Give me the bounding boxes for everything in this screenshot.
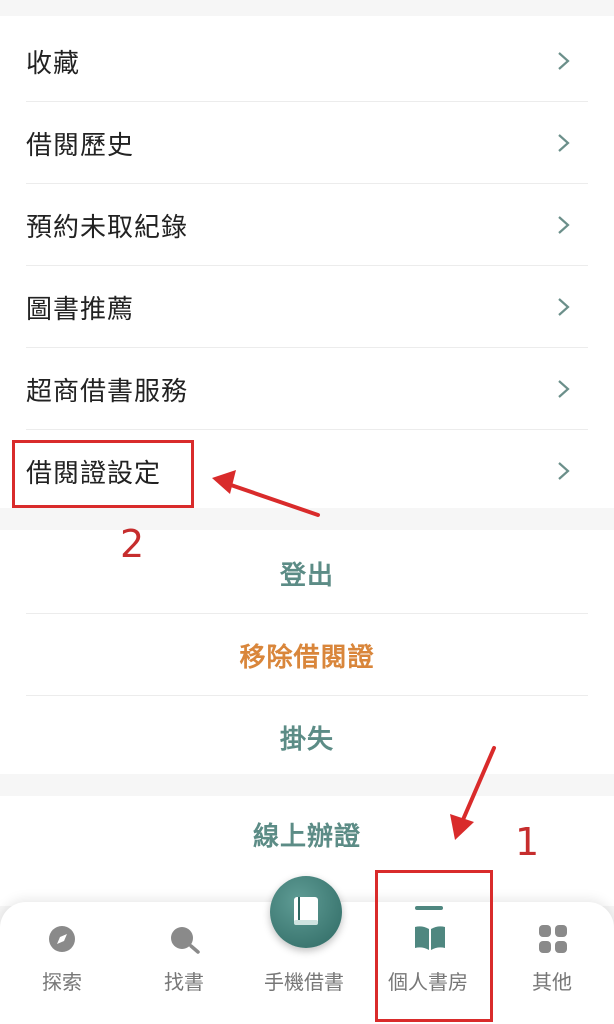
remove-card-label: 移除借閱證	[239, 642, 375, 673]
tab-label: 手機借書	[264, 970, 344, 994]
menu-item-store-pickup[interactable]: 超商借書服務	[0, 348, 614, 430]
menu-item-recommendations[interactable]: 圖書推薦	[0, 266, 614, 348]
grid-icon	[539, 925, 567, 953]
compass-icon	[49, 926, 75, 952]
tab-label: 個人書房	[388, 970, 468, 994]
menu-item-card-settings[interactable]: 借閱證設定	[0, 430, 614, 512]
remove-card-button[interactable]: 移除借閱證	[0, 614, 614, 696]
tab-find-books[interactable]: 找書	[142, 902, 226, 1024]
tab-label: 探索	[42, 970, 82, 994]
menu-item-label: 收藏	[26, 48, 81, 79]
chevron-right-icon	[558, 462, 570, 480]
tab-explore[interactable]: 探索	[20, 902, 104, 1024]
book-icon	[294, 897, 318, 925]
account-actions: 登出 移除借閱證 掛失	[0, 530, 614, 774]
menu-item-favorites[interactable]: 收藏	[0, 20, 614, 102]
menu-item-borrow-history[interactable]: 借閱歷史	[0, 102, 614, 184]
annotation-number-step2: 2	[120, 522, 145, 566]
menu-item-label: 超商借書服務	[26, 376, 189, 407]
menu-item-label: 圖書推薦	[26, 294, 135, 325]
active-indicator	[415, 906, 443, 910]
tab-label: 找書	[164, 970, 204, 994]
report-lost-label: 掛失	[279, 724, 334, 755]
menu-item-label: 借閱證設定	[26, 458, 162, 489]
chevron-right-icon	[558, 216, 570, 234]
menu-item-label: 預約未取紀錄	[26, 212, 189, 243]
menu-item-label: 借閱歷史	[26, 130, 135, 161]
tab-other[interactable]: 其他	[510, 902, 594, 1024]
chevron-right-icon	[558, 52, 570, 70]
chevron-right-icon	[558, 134, 570, 152]
menu-list: 收藏 借閱歷史 預約未取紀錄 圖書推薦 超商借書服務 借閱證設定	[0, 16, 614, 508]
tab-label: 其他	[532, 970, 572, 994]
report-lost-button[interactable]: 掛失	[0, 696, 614, 778]
search-icon	[171, 927, 200, 954]
tab-my-shelf[interactable]: 個人書房	[386, 902, 476, 1024]
chevron-right-icon	[558, 380, 570, 398]
menu-item-reservations[interactable]: 預約未取紀錄	[0, 184, 614, 266]
logout-button[interactable]: 登出	[0, 532, 614, 614]
chevron-right-icon	[558, 298, 570, 316]
annotation-number-step1: 1	[515, 820, 540, 864]
open-book-icon	[415, 926, 445, 950]
mobile-borrow-fab[interactable]	[270, 876, 342, 948]
logout-label: 登出	[279, 560, 334, 591]
